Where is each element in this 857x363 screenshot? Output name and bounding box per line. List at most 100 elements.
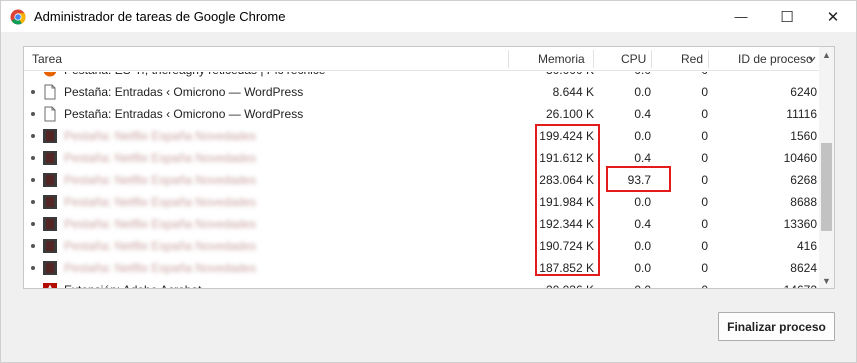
cpu-value: 93.7 [627, 173, 651, 187]
network-value: 0 [701, 261, 708, 275]
acrobat-icon [43, 282, 57, 288]
cpu-value: 0.0 [634, 195, 651, 209]
row-bullet [31, 266, 35, 270]
task-name: Pestaña: Netflix España Novedades [64, 173, 257, 187]
maximize-button[interactable]: ☐ [764, 1, 810, 32]
table-row[interactable]: Pestaña: Netflix España Novedades 191.984… [24, 191, 819, 213]
netflix-icon [43, 260, 57, 276]
column-divider[interactable] [651, 50, 652, 68]
cpu-value: 0.0 [634, 239, 651, 253]
task-name: Pestaña: Netflix España Novedades [64, 151, 257, 165]
pid-value: 13360 [783, 217, 817, 231]
memory-value: 26.100 K [545, 107, 594, 121]
column-header-pid[interactable]: ID de proceso [738, 47, 813, 71]
table-row[interactable]: Pestaña: Netflix España Novedades 192.344… [24, 213, 819, 235]
memory-value: 30.000 K [514, 72, 594, 77]
pid-value: 10460 [783, 151, 817, 165]
cpu-value: 0.0 [634, 129, 651, 143]
pid-value: 11116 [786, 107, 817, 121]
column-header-cpu[interactable]: CPU [621, 47, 646, 71]
table-row[interactable]: Pestaña: ES-Tr, thereaghy reticedas | Pi… [24, 72, 819, 81]
task-manager-window: Administrador de tareas de Google Chrome… [0, 0, 857, 363]
title-bar: Administrador de tareas de Google Chrome… [1, 1, 856, 32]
pid-value: 8688 [790, 195, 817, 209]
pid-value: 14672 [724, 283, 817, 288]
page-icon [43, 84, 57, 100]
network-value: 0 [701, 195, 708, 209]
chrome-icon [10, 9, 26, 25]
netflix-icon [43, 172, 57, 188]
window-title: Administrador de tareas de Google Chrome [34, 9, 286, 24]
task-name: Pestaña: Entradas ‹ Omicrono — WordPress [64, 107, 304, 121]
network-value: 0 [701, 107, 708, 121]
row-bullet [31, 156, 35, 160]
memory-value: 192.344 K [539, 217, 594, 231]
memory-value: 283.064 K [539, 173, 594, 187]
page-icon [43, 106, 57, 122]
table-row[interactable]: Pestaña: Netflix España Novedades 190.724… [24, 235, 819, 257]
network-value: 0 [701, 217, 708, 231]
pid-value: 1560 [790, 129, 817, 143]
column-divider[interactable] [593, 50, 594, 68]
table-row[interactable]: Pestaña: Netflix España Novedades 199.424… [24, 125, 819, 147]
scrollbar-thumb[interactable] [821, 143, 832, 231]
column-header-task[interactable]: Tarea [32, 47, 62, 71]
minimize-button[interactable]: — [718, 1, 764, 32]
sort-caret-icon [808, 56, 816, 62]
cpu-value: 0.0 [599, 283, 651, 288]
minimize-icon: — [734, 9, 748, 24]
task-rows: Pestaña: ES-Tr, thereaghy reticedas | Pi… [24, 72, 819, 289]
task-name: Pestaña: Netflix España Novedades [64, 129, 257, 143]
table-row[interactable]: Pestaña: Netflix España Novedades 191.612… [24, 147, 819, 169]
row-bullet [31, 200, 35, 204]
table-row[interactable]: Pestaña: Netflix España Novedades 187.852… [24, 257, 819, 279]
memory-value: 190.724 K [539, 239, 594, 253]
task-name: Pestaña: Netflix España Novedades [64, 195, 257, 209]
pid-value: 6268 [790, 173, 817, 187]
cpu-value: 0.0 [599, 72, 651, 77]
maximize-icon: ☐ [780, 8, 794, 26]
row-bullet [31, 288, 35, 289]
task-name: Pestaña: Netflix España Novedades [64, 261, 257, 275]
firefox-icon [43, 72, 57, 78]
cpu-value: 0.4 [634, 217, 651, 231]
netflix-icon [43, 128, 57, 144]
end-process-button[interactable]: Finalizar proceso [718, 312, 835, 341]
row-bullet [31, 222, 35, 226]
row-bullet [31, 134, 35, 138]
netflix-icon [43, 238, 57, 254]
network-value: 0 [701, 239, 708, 253]
pid-value: 416 [796, 239, 817, 253]
scroll-down-arrow-icon[interactable]: ▼ [819, 273, 834, 288]
row-bullet [31, 112, 35, 116]
column-header-network[interactable]: Red [681, 47, 703, 71]
netflix-icon [43, 216, 57, 232]
close-button[interactable]: ✕ [810, 1, 856, 32]
row-bullet [31, 244, 35, 248]
task-table: Tarea Memoria CPU Red ID de proceso Pest… [23, 46, 835, 289]
netflix-icon [43, 194, 57, 210]
scroll-up-arrow-icon[interactable]: ▲ [819, 47, 834, 62]
memory-value: 191.984 K [539, 195, 594, 209]
table-row[interactable]: Pestaña: Entradas ‹ Omicrono — WordPress… [24, 81, 819, 103]
cpu-value: 0.4 [634, 151, 651, 165]
vertical-scrollbar[interactable]: ▲ ▼ [819, 47, 834, 288]
pid-value: 6240 [790, 85, 817, 99]
row-bullet [31, 90, 35, 94]
table-row[interactable]: Extensión: Adobe Acrobat 20.036 K 0.0 0 1467… [24, 279, 819, 289]
column-divider[interactable] [508, 50, 509, 68]
table-row[interactable]: Pestaña: Entradas ‹ Omicrono — WordPress… [24, 103, 819, 125]
task-name: Extensión: Adobe Acrobat [64, 283, 201, 288]
table-row[interactable]: Pestaña: Netflix España Novedades 283.064… [24, 169, 819, 191]
column-header-memory[interactable]: Memoria [538, 47, 585, 71]
netflix-icon [43, 150, 57, 166]
memory-value: 191.612 K [539, 151, 594, 165]
memory-value: 8.644 K [552, 85, 594, 99]
row-bullet [31, 178, 35, 182]
task-name: Pestaña: Netflix España Novedades [64, 239, 257, 253]
network-value: 0 [701, 151, 708, 165]
cpu-value: 0.4 [634, 107, 651, 121]
column-divider[interactable] [708, 50, 709, 68]
cpu-value: 0.0 [634, 261, 651, 275]
task-name: Pestaña: ES-Tr, thereaghy reticedas | Pi… [64, 72, 325, 77]
